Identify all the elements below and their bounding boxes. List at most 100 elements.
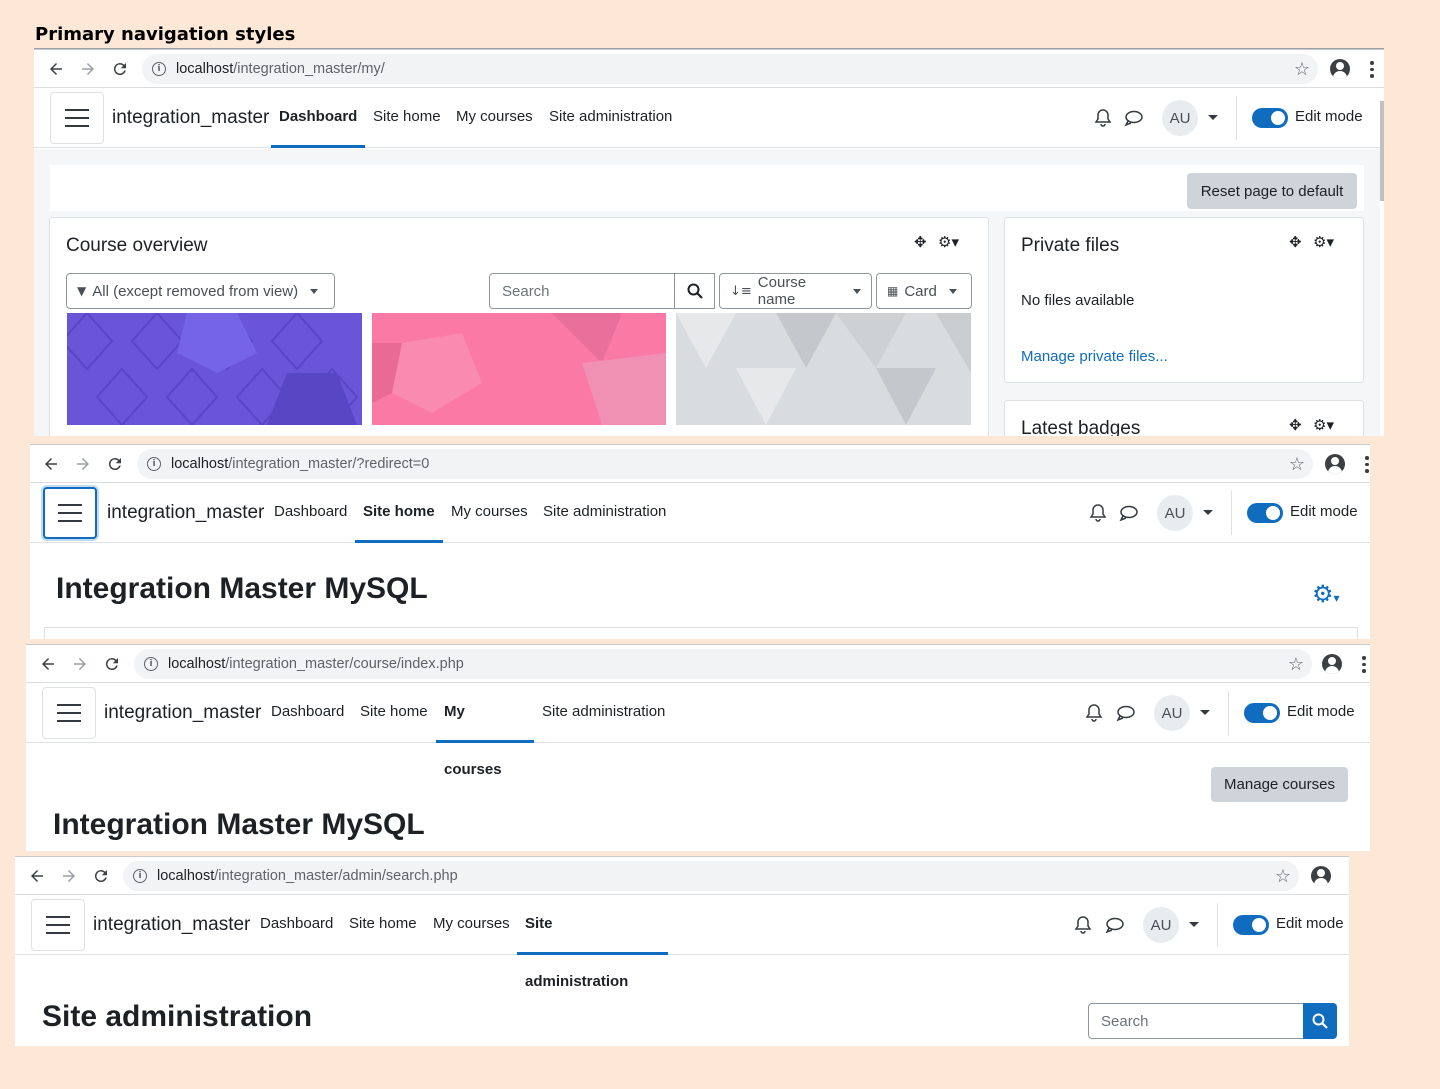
bookmark-star-icon[interactable]: ☆ <box>1275 866 1291 887</box>
edit-mode-toggle[interactable] <box>1252 108 1288 128</box>
edit-mode-label: Edit mode <box>1276 915 1344 932</box>
nav-site-administration[interactable]: Site administration <box>541 88 680 148</box>
drawer-toggle-button[interactable] <box>43 487 97 539</box>
page-scrollbar[interactable] <box>1380 101 1384 201</box>
back-icon[interactable] <box>39 452 63 476</box>
admin-search-button[interactable] <box>1303 1003 1337 1039</box>
browser-menu-icon[interactable] <box>1362 656 1366 673</box>
block-settings-gear-icon[interactable]: ⚙▾ <box>938 233 959 251</box>
url-path: /integration_master/my/ <box>233 61 385 77</box>
nav-site-administration[interactable]: Site administration <box>534 683 673 743</box>
nav-site-administration[interactable]: Site administration <box>517 895 668 990</box>
messages-icon[interactable] <box>1119 503 1139 523</box>
manage-private-files-link[interactable]: Manage private files... <box>1021 348 1168 365</box>
forward-icon[interactable] <box>76 57 100 81</box>
site-brand[interactable]: integration_master <box>93 914 250 936</box>
latest-badges-title: Latest badges <box>1021 418 1141 436</box>
course-search-button[interactable] <box>674 274 714 308</box>
course-card-image[interactable] <box>372 313 666 425</box>
messages-icon[interactable] <box>1116 703 1136 723</box>
profile-icon[interactable] <box>1330 59 1350 79</box>
nav-site-home[interactable]: Site home <box>352 683 436 743</box>
course-card-image[interactable] <box>676 313 971 425</box>
user-avatar[interactable]: AU <box>1162 100 1198 136</box>
edit-mode-toggle[interactable] <box>1244 703 1280 723</box>
bookmark-star-icon[interactable]: ☆ <box>1294 59 1310 80</box>
notifications-bell-icon[interactable] <box>1088 503 1108 523</box>
back-icon[interactable] <box>36 652 60 676</box>
back-icon[interactable] <box>25 864 49 888</box>
messages-icon[interactable] <box>1105 915 1125 935</box>
site-brand[interactable]: integration_master <box>112 107 269 129</box>
view-dropdown[interactable]: ▦ Card <box>876 273 972 309</box>
drawer-toggle-button[interactable] <box>50 92 104 144</box>
course-card-image[interactable] <box>67 313 362 425</box>
user-menu-caret-icon[interactable] <box>1200 710 1210 715</box>
profile-icon[interactable] <box>1322 654 1342 674</box>
nav-my-courses[interactable]: My courses <box>425 895 518 955</box>
forward-icon[interactable] <box>68 652 92 676</box>
nav-my-courses[interactable]: My courses <box>443 483 536 543</box>
profile-icon[interactable] <box>1325 454 1345 474</box>
block-settings-gear-icon[interactable]: ⚙▾ <box>1313 233 1334 251</box>
site-settings-gear-icon[interactable]: ⚙▾ <box>1312 580 1340 608</box>
nav-dashboard[interactable]: Dashboard <box>252 895 341 955</box>
nav-dashboard[interactable]: Dashboard <box>271 88 365 148</box>
admin-search-input[interactable]: Search <box>1088 1003 1304 1039</box>
grid-icon: ▦ <box>887 284 899 298</box>
sort-dropdown[interactable]: ↓≡ Course name <box>719 273 872 309</box>
site-brand[interactable]: integration_master <box>104 702 261 724</box>
address-bar[interactable]: i localhost/integration_master/admin/sea… <box>123 861 1299 891</box>
site-info-icon[interactable]: i <box>144 657 158 671</box>
manage-courses-button[interactable]: Manage courses <box>1211 767 1348 802</box>
forward-icon[interactable] <box>57 864 81 888</box>
address-bar[interactable]: i localhost/integration_master/?redirect… <box>137 449 1313 479</box>
edit-mode-toggle[interactable] <box>1233 915 1269 935</box>
nav-site-home[interactable]: Site home <box>365 88 449 148</box>
reload-icon[interactable] <box>108 57 132 81</box>
nav-my-courses[interactable]: My courses <box>448 88 541 148</box>
nav-site-home[interactable]: Site home <box>355 483 443 543</box>
move-icon[interactable]: ✥ <box>1289 233 1302 251</box>
bookmark-star-icon[interactable]: ☆ <box>1289 454 1305 475</box>
block-settings-gear-icon[interactable]: ⚙▾ <box>1313 416 1334 434</box>
drawer-toggle-button[interactable] <box>42 687 96 739</box>
profile-icon[interactable] <box>1311 866 1331 886</box>
nav-site-administration[interactable]: Site administration <box>535 483 674 543</box>
drawer-toggle-button[interactable] <box>31 899 85 951</box>
reset-page-button[interactable]: Reset page to default <box>1187 173 1357 209</box>
messages-icon[interactable] <box>1124 108 1144 128</box>
notifications-bell-icon[interactable] <box>1084 703 1104 723</box>
site-info-icon[interactable]: i <box>152 62 166 76</box>
move-icon[interactable]: ✥ <box>1289 416 1302 434</box>
reload-icon[interactable] <box>103 452 127 476</box>
user-menu-caret-icon[interactable] <box>1189 922 1199 927</box>
nav-my-courses[interactable]: My courses <box>436 683 534 778</box>
forward-icon[interactable] <box>71 452 95 476</box>
user-menu-caret-icon[interactable] <box>1203 510 1213 515</box>
nav-dashboard[interactable]: Dashboard <box>263 683 352 743</box>
site-info-icon[interactable]: i <box>147 457 161 471</box>
site-brand[interactable]: integration_master <box>107 502 264 524</box>
divider <box>1231 491 1232 535</box>
reload-icon[interactable] <box>89 864 113 888</box>
user-avatar[interactable]: AU <box>1157 495 1193 531</box>
user-avatar[interactable]: AU <box>1143 907 1179 943</box>
back-icon[interactable] <box>44 57 68 81</box>
move-icon[interactable]: ✥ <box>914 233 927 251</box>
address-bar[interactable]: i localhost/integration_master/my/ ☆ <box>142 54 1318 84</box>
nav-site-home[interactable]: Site home <box>341 895 425 955</box>
notifications-bell-icon[interactable] <box>1093 108 1113 128</box>
browser-menu-icon[interactable] <box>1365 456 1369 473</box>
grouping-filter-dropdown[interactable]: ▼ All (except removed from view) <box>66 273 335 309</box>
notifications-bell-icon[interactable] <box>1073 915 1093 935</box>
reload-icon[interactable] <box>100 652 124 676</box>
user-avatar[interactable]: AU <box>1154 695 1190 731</box>
bookmark-star-icon[interactable]: ☆ <box>1288 654 1304 675</box>
user-menu-caret-icon[interactable] <box>1208 115 1218 120</box>
nav-dashboard[interactable]: Dashboard <box>266 483 355 543</box>
address-bar[interactable]: i localhost/integration_master/course/in… <box>134 649 1312 679</box>
browser-menu-icon[interactable] <box>1370 61 1374 78</box>
edit-mode-toggle[interactable] <box>1247 503 1283 523</box>
site-info-icon[interactable]: i <box>133 869 147 883</box>
